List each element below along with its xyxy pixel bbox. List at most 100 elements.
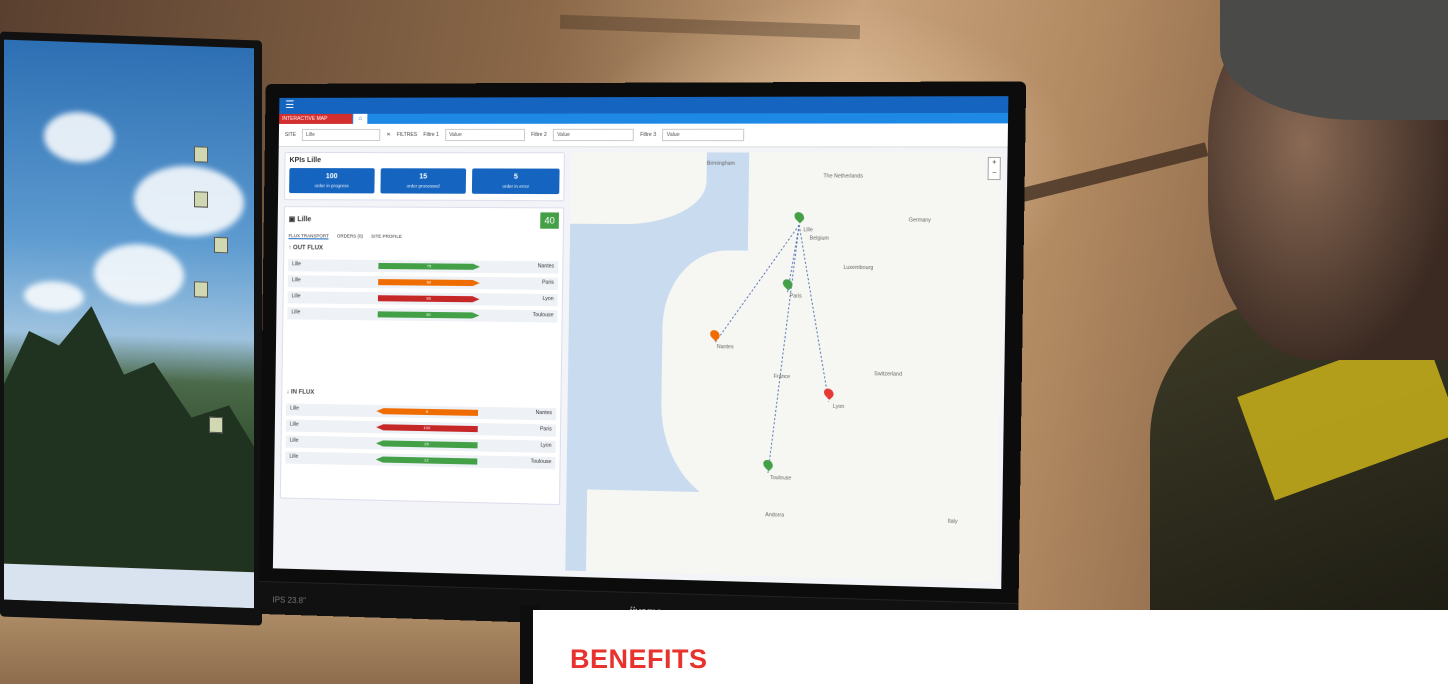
kpi-label: order in error — [502, 183, 530, 189]
filtre3-label: Filtre 3 — [640, 131, 657, 139]
flux-origin: Lille — [289, 453, 299, 460]
app-screen: ☰ INTERACTIVE MAP ⌂ SITE Lille ✕ FILTRES… — [272, 96, 1009, 590]
flux-row[interactable]: Lille 30 Toulouse — [287, 307, 558, 323]
kpi-tile[interactable]: 15 order processed — [380, 168, 467, 194]
home-icon[interactable]: ⌂ — [353, 113, 368, 124]
map-label: Luxembourg — [843, 264, 874, 272]
photo-scene: ☰ INTERACTIVE MAP ⌂ SITE Lille ✕ FILTRES… — [0, 0, 1448, 684]
kpi-title: KPIs Lille — [289, 157, 322, 165]
flux-destination: Lyon — [540, 442, 552, 449]
map-label: Germany — [908, 217, 932, 224]
site-name: ▣ Lille — [288, 216, 312, 224]
flux-bar: 50 — [378, 279, 480, 286]
person — [1150, 0, 1448, 610]
site-label: SITE — [284, 131, 297, 138]
map-label: Lille — [803, 227, 813, 234]
flux-destination: Nantes — [537, 263, 555, 270]
kpi-value: 5 — [513, 173, 518, 181]
map-label: Andorra — [765, 512, 785, 519]
flux-origin: Lille — [289, 437, 299, 444]
kpi-value: 15 — [419, 173, 428, 181]
filtre2-label: Filtre 2 — [530, 131, 547, 139]
flux-bar: 100 — [376, 424, 478, 432]
in-flux-title: ↓ IN FLUX — [286, 389, 315, 396]
flux-bar: 5 — [376, 408, 478, 416]
map-label: Lyon — [832, 403, 845, 411]
desktop-icon[interactable] — [214, 236, 228, 254]
filtre1-label: Filtre 1 — [423, 131, 439, 139]
flux-row[interactable]: Lille 12 Toulouse — [285, 451, 556, 470]
site-select[interactable]: Lille — [301, 128, 381, 142]
kpi-tile[interactable]: 100 order in progress — [289, 168, 375, 194]
flux-origin: Lille — [291, 309, 301, 316]
left-panel: KPIs Lille 100 order in progress 15 orde… — [279, 152, 565, 570]
tab-flux-transport[interactable]: FLUX TRANSPORT — [288, 233, 329, 240]
hamburger-menu-icon[interactable]: ☰ — [285, 100, 294, 111]
filtre3-input[interactable]: Value — [662, 128, 745, 142]
site-badge: 40 — [540, 212, 559, 229]
app-tabbar: INTERACTIVE MAP ⌂ — [279, 112, 1009, 124]
map-label: The Netherlands — [823, 173, 864, 180]
flux-destination: Toulouse — [530, 458, 552, 466]
tab-orders[interactable]: ORDERS (0) — [337, 233, 363, 239]
flux-destination: Paris — [542, 279, 554, 286]
kpi-tile[interactable]: 5 order in error — [472, 168, 560, 195]
flux-row[interactable]: Lille 75 Nantes — [287, 259, 559, 274]
map-label: Nantes — [716, 344, 734, 351]
monitor-info: IPS 23.8" — [272, 595, 306, 606]
filter-bar: SITE Lille ✕ FILTRES Filtre 1 Value Filt… — [278, 123, 1009, 148]
kpi-label: order in progress — [314, 183, 349, 189]
map-label: France — [773, 373, 791, 381]
map-label: Birmingham — [706, 160, 736, 167]
filtre2-input[interactable]: Value — [552, 128, 635, 142]
out-flux-title: ↑ OUT FLUX — [288, 245, 324, 252]
map-label: Paris — [789, 293, 802, 300]
flux-bar: 12 — [376, 456, 478, 464]
flux-bar: 25 — [376, 440, 478, 448]
desktop-icon[interactable] — [194, 281, 208, 298]
desktop-icon[interactable] — [194, 146, 208, 163]
map-label: Italy — [947, 518, 958, 526]
kpi-label: order processed — [406, 183, 440, 189]
interactive-map[interactable]: Birmingham The Netherlands Belgium Luxem… — [565, 152, 1004, 583]
site-name-text: Lille — [297, 216, 312, 224]
kpi-card: KPIs Lille 100 order in progress 15 orde… — [283, 152, 565, 202]
flux-bar: 75 — [378, 263, 480, 270]
kpi-value: 100 — [325, 173, 338, 181]
tab-interactive-map[interactable]: INTERACTIVE MAP — [279, 113, 353, 124]
flux-origin: Lille — [292, 261, 302, 268]
flux-origin: Lille — [289, 421, 299, 428]
flux-destination: Lyon — [542, 295, 554, 303]
taskbar[interactable] — [4, 563, 254, 609]
flux-bar: 95 — [378, 295, 480, 302]
flux-row[interactable]: Lille 5 Nantes — [285, 403, 557, 421]
map-label: Toulouse — [769, 474, 792, 482]
flux-destination: Paris — [539, 426, 552, 433]
tab-site-profile[interactable]: SITE PROFILE — [371, 234, 402, 240]
desktop-icon[interactable] — [194, 191, 208, 208]
desktop-wallpaper — [4, 39, 254, 609]
filtre1-input[interactable]: Value — [444, 128, 525, 142]
app-header: ☰ — [279, 96, 1009, 114]
map-label: Switzerland — [874, 371, 903, 378]
benefits-heading: BENEFITS — [570, 644, 708, 674]
zoom-in-button[interactable]: + — [989, 158, 1000, 169]
filtres-label: FILTRES — [396, 131, 418, 139]
flux-row[interactable]: Lille 50 Paris — [287, 275, 559, 290]
flux-row[interactable]: Lille 100 Paris — [285, 419, 556, 437]
site-card: ▣ Lille 40 FLUX TRANSPORT ORDERS (0) SIT… — [279, 206, 565, 506]
flux-origin: Lille — [291, 277, 301, 284]
map-label: Belgium — [809, 235, 830, 242]
site-tabs: FLUX TRANSPORT ORDERS (0) SITE PROFILE — [288, 233, 402, 240]
flux-origin: Lille — [291, 293, 301, 300]
flux-bar: 30 — [378, 311, 480, 318]
flux-destination: Nantes — [535, 409, 553, 417]
flux-row[interactable]: Lille 25 Lyon — [285, 435, 556, 454]
flux-row[interactable]: Lille 95 Lyon — [287, 291, 558, 307]
map-zoom-control[interactable]: + − — [987, 156, 1001, 181]
main-monitor: ☰ INTERACTIVE MAP ⌂ SITE Lille ✕ FILTRES… — [258, 81, 1027, 638]
desktop-icon[interactable] — [209, 416, 223, 434]
clear-icon[interactable]: ✕ — [386, 132, 390, 138]
zoom-out-button[interactable]: − — [989, 168, 1000, 179]
left-monitor — [0, 31, 262, 626]
